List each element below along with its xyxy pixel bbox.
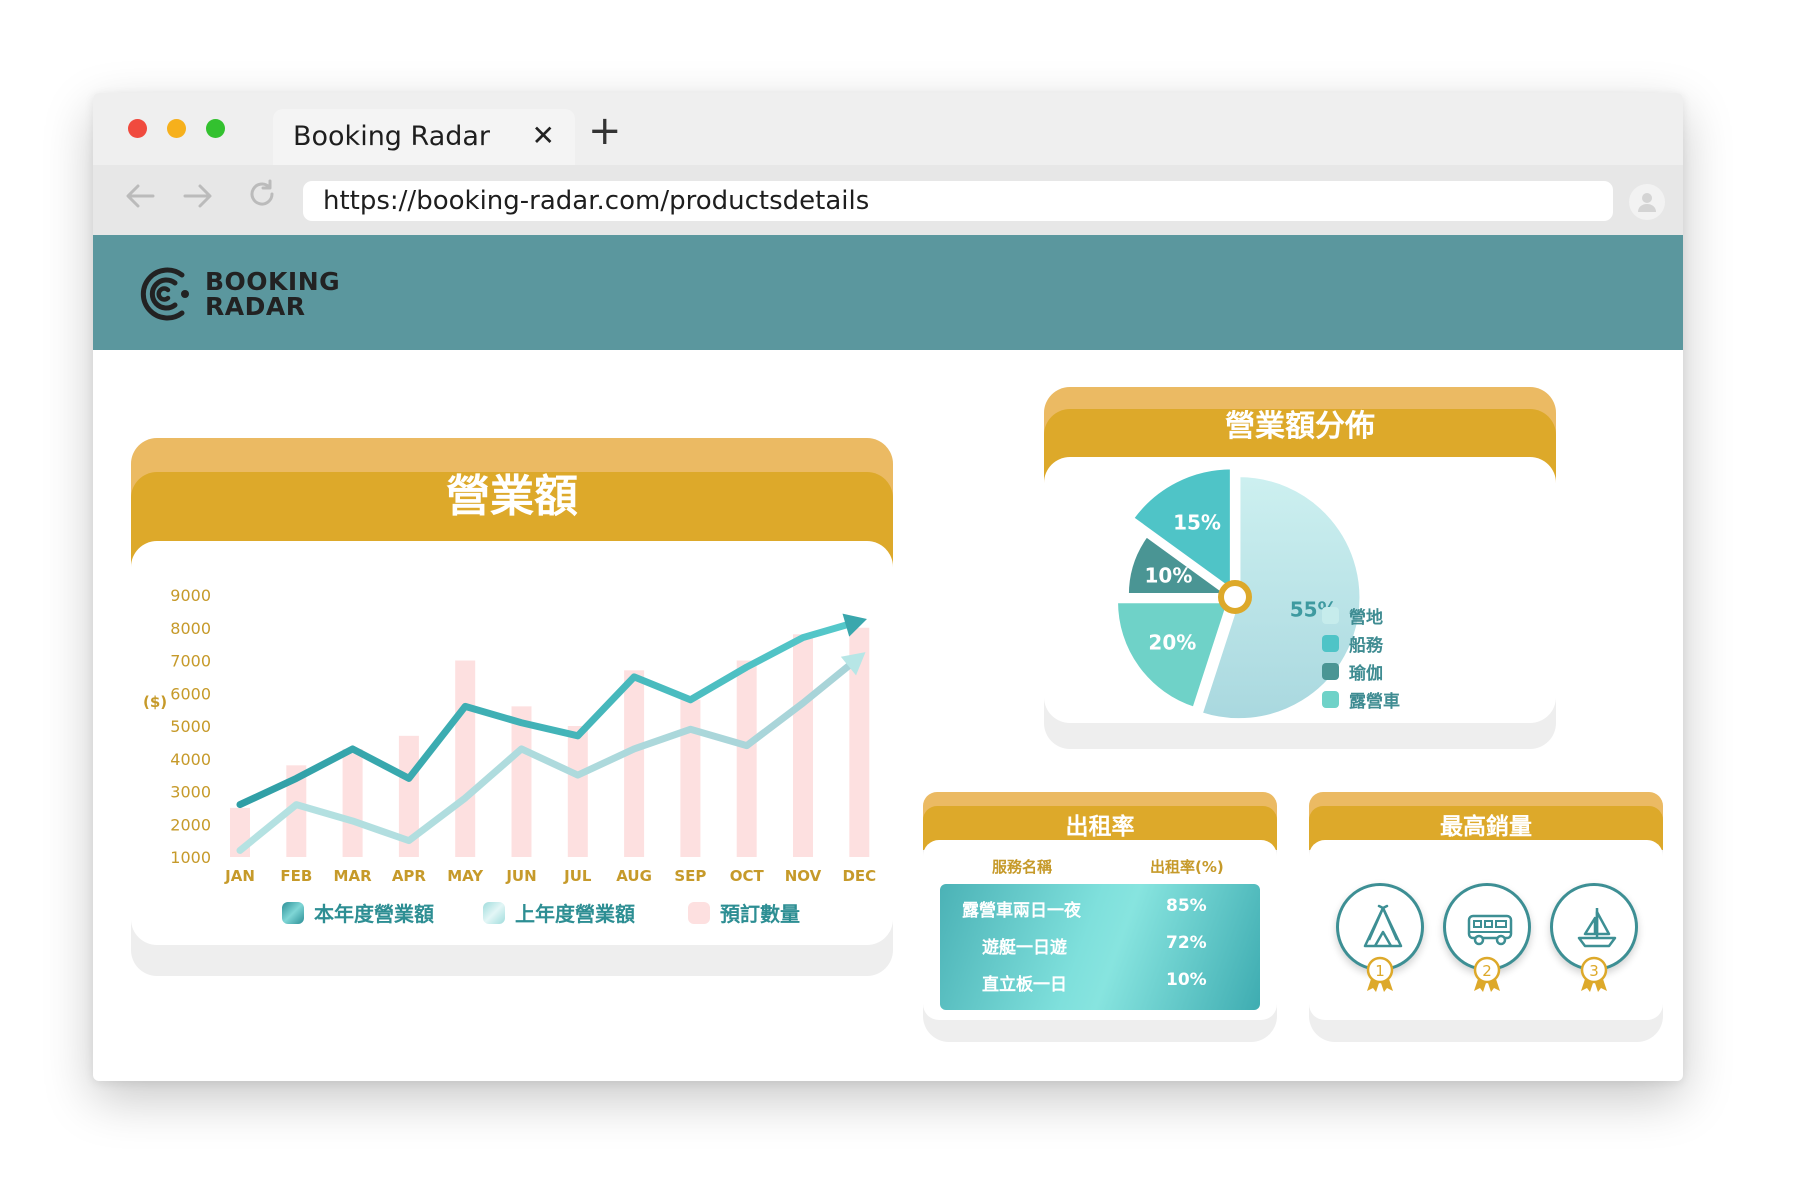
rental-row-3-rate: 10% [1166,970,1207,990]
rank-2-label: 2 [1482,962,1492,980]
top-sales-card-title: 最高銷量 [1440,814,1532,840]
rental-row-3-name: 直立板一日 [982,975,1067,995]
pie-slice-label: 10% [1144,563,1192,587]
pie-legend-item: 瑜伽 [1322,659,1383,684]
pie-legend-item: 船務 [1322,631,1383,656]
campervan-icon [1467,914,1513,946]
sailboat-icon [1577,908,1617,948]
rental-row-2-name: 遊艇一日遊 [982,938,1067,958]
rank-2-medal-icon: 2 [1473,956,1501,992]
pie-legend-swatch [1322,663,1339,680]
pie-legend-label: 瑜伽 [1349,664,1383,684]
pie-legend-item: 營地 [1322,603,1383,628]
rental-card-title: 出租率 [1065,814,1135,840]
pie-center-ring [1218,580,1252,614]
pie-legend-swatch [1322,691,1339,708]
rental-row-1-rate: 85% [1166,896,1207,916]
rank-3-medal-icon: 3 [1580,956,1608,992]
rental-header-rate: 出租率(%) [1150,858,1224,876]
pie-legend-label: 營地 [1349,608,1383,628]
pie-legend-label: 露營車 [1349,692,1400,712]
rental-header-name: 服務名稱 [992,858,1053,876]
pie-legend-swatch [1322,607,1339,624]
rank-1-medal-icon: 1 [1366,956,1394,992]
rental-row-1-name: 露營車兩日一夜 [962,901,1081,921]
rank-1-label: 1 [1375,962,1385,980]
pie-legend-item: 露營車 [1322,687,1400,712]
pie-legend-label: 船務 [1349,636,1383,656]
pie-slice-label: 20% [1148,631,1196,655]
pie-legend-swatch [1322,635,1339,652]
rental-row-2-rate: 72% [1166,933,1207,953]
rank-3-label: 3 [1589,962,1599,980]
tent-icon [1363,904,1403,948]
pie-slice-label: 15% [1173,510,1221,534]
